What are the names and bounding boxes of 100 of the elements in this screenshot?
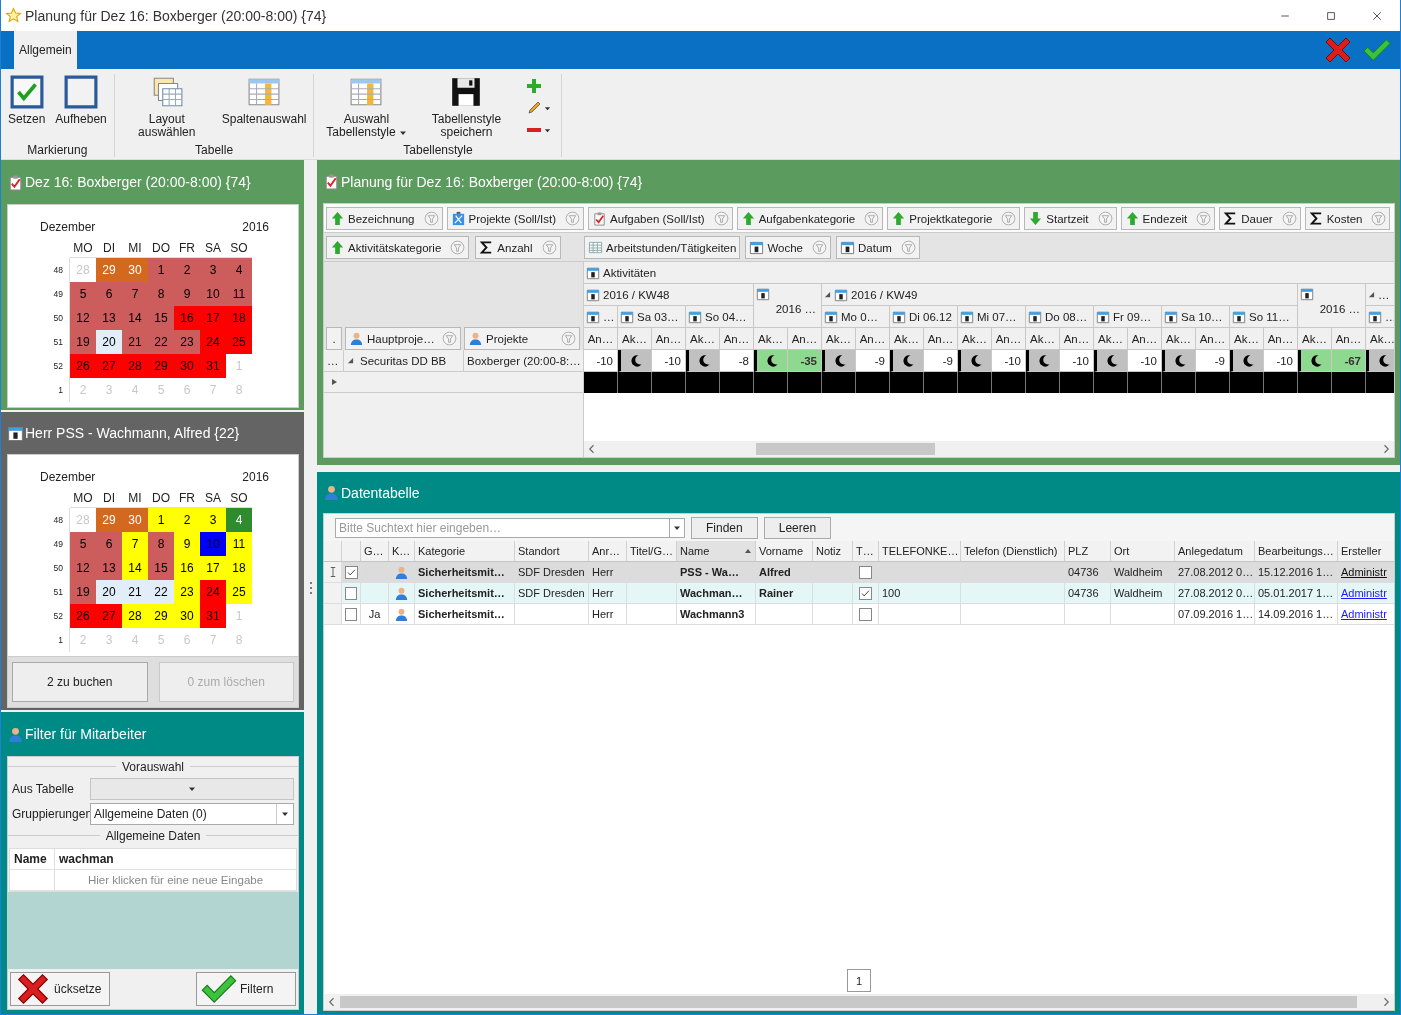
column-header[interactable]: Ak… xyxy=(1026,328,1060,350)
calendar-day[interactable]: 23 xyxy=(174,330,200,354)
filter-action-button[interactable]: Filtern xyxy=(196,972,296,1006)
column-header[interactable]: Ak… xyxy=(890,328,924,350)
field-button[interactable]: Datum xyxy=(836,236,920,259)
filter-icon[interactable] xyxy=(812,240,827,255)
calendar-day[interactable]: 17 xyxy=(200,556,226,580)
calendar-day[interactable]: 10 xyxy=(200,282,226,306)
checkbox[interactable] xyxy=(345,586,357,600)
column-header[interactable]: Ak… xyxy=(754,328,788,350)
ribbon-button[interactable]: Setzen xyxy=(4,74,50,127)
field-button[interactable]: Dauer xyxy=(1219,207,1301,230)
filter-icon[interactable] xyxy=(541,240,557,255)
calendar-day[interactable]: 20 xyxy=(96,330,122,354)
column-header[interactable]: An… xyxy=(1264,328,1298,350)
filter-icon[interactable] xyxy=(1371,211,1387,226)
ribbon-button[interactable]: Tabellenstyle speichern xyxy=(417,74,516,140)
column-header[interactable]: An… xyxy=(584,328,618,350)
field-button[interactable]: Projekte (Soll/Ist) xyxy=(446,207,585,230)
column-header[interactable]: Ak… xyxy=(686,328,720,350)
calendar-day[interactable]: 26 xyxy=(70,354,96,378)
column-header[interactable]: An… xyxy=(1196,328,1230,350)
page-button[interactable]: 1 xyxy=(847,969,871,992)
calendar-day[interactable]: 15 xyxy=(148,556,174,580)
column-header[interactable]: Ak… xyxy=(618,328,652,350)
filter-icon[interactable] xyxy=(423,211,439,226)
calendar-day[interactable]: 18 xyxy=(226,306,252,330)
column-header[interactable]: PLZ xyxy=(1065,541,1111,562)
calendar-day[interactable]: 2 xyxy=(174,258,200,282)
field-button[interactable]: Projekte xyxy=(464,327,580,350)
column-header[interactable]: … xyxy=(1366,284,1394,306)
filter-icon[interactable] xyxy=(442,331,457,346)
calendar-day[interactable]: 31 xyxy=(200,604,226,628)
search-button[interactable]: Leeren xyxy=(763,516,832,539)
horizontal-scrollbar[interactable] xyxy=(324,994,1394,1010)
ribbon-button[interactable]: Auswahl Tabellenstyle xyxy=(317,74,416,140)
filter-icon[interactable] xyxy=(713,211,729,226)
calendar-day[interactable]: 19 xyxy=(70,330,96,354)
link[interactable]: Administr xyxy=(1341,604,1387,624)
column-header[interactable]: Standort xyxy=(515,541,589,562)
ribbon-tab[interactable]: Allgemein xyxy=(14,31,77,69)
calendar-day[interactable]: 11 xyxy=(226,282,252,306)
horizontal-scrollbar[interactable] xyxy=(584,441,1394,457)
calendar-day[interactable]: 19 xyxy=(70,580,96,604)
calendar-day[interactable]: 27 xyxy=(96,354,122,378)
field-button[interactable]: Projektkategorie xyxy=(887,207,1021,230)
field-button[interactable]: Arbeitstunden/Tätigkeiten xyxy=(584,236,741,259)
calendar-day[interactable]: 28 xyxy=(122,604,148,628)
column-header[interactable]: Di 06.12 xyxy=(890,306,958,328)
calendar-day[interactable]: 1 xyxy=(148,508,174,532)
column-header[interactable]: An… xyxy=(1060,328,1094,350)
column-header[interactable]: Ak… xyxy=(958,328,992,350)
column-header[interactable]: Vorname xyxy=(756,541,813,562)
calendar-day[interactable]: 6 xyxy=(96,282,122,306)
column-header[interactable]: Ak… xyxy=(1094,328,1128,350)
calendar-day[interactable]: 21 xyxy=(122,330,148,354)
column-header[interactable]: Notiz xyxy=(813,541,853,562)
calendar-day[interactable]: 26 xyxy=(70,604,96,628)
ribbon-button[interactable]: Aufheben xyxy=(51,74,111,127)
calendar-day[interactable]: 4 xyxy=(226,508,252,532)
scroll-thumb[interactable] xyxy=(755,443,935,455)
filter-icon[interactable] xyxy=(450,240,466,255)
column-header[interactable]: An… xyxy=(924,328,958,350)
search-field[interactable]: Bitte Suchtext hier eingeben… xyxy=(335,517,669,538)
calendar-day[interactable]: 22 xyxy=(148,330,174,354)
field-button[interactable]: Hauptproje… xyxy=(345,327,461,350)
calendar-day[interactable]: 7 xyxy=(122,282,148,306)
calendar-day[interactable]: 29 xyxy=(96,508,122,532)
field-button[interactable]: Endezeit xyxy=(1120,207,1216,230)
table-row[interactable]: Ja Sicherheitsmit… Herr Wachmann3 07.09.2016 1… 14.09.2016 1… Administr xyxy=(324,604,1394,625)
calendar-day[interactable]: 21 xyxy=(122,580,148,604)
calendar-day[interactable]: 12 xyxy=(70,306,96,330)
column-header[interactable]: TELEFONKE… xyxy=(879,541,961,562)
column-header[interactable]: Kategorie xyxy=(415,541,515,562)
column-header[interactable]: Anlegedatum xyxy=(1175,541,1255,562)
column-header[interactable]: An… xyxy=(1332,328,1366,350)
calendar-day[interactable]: 20 xyxy=(96,580,122,604)
column-header[interactable]: An… xyxy=(652,328,686,350)
column-header[interactable]: Sa 03… xyxy=(618,306,686,328)
column-header[interactable]: Telefon (Dienstlich) xyxy=(961,541,1065,562)
filter-icon[interactable] xyxy=(565,211,581,226)
column-header[interactable]: Mo 0… xyxy=(822,306,890,328)
calendar-day[interactable]: 6 xyxy=(96,532,122,556)
field-button[interactable]: Startzeit xyxy=(1024,207,1117,230)
calendar-day[interactable]: 15 xyxy=(148,306,174,330)
filter-action-button[interactable]: ücksetze xyxy=(10,972,110,1006)
column-header[interactable]: So 11… xyxy=(1230,306,1298,328)
calendar-day[interactable]: 29 xyxy=(96,258,122,282)
calendar-day[interactable]: 25 xyxy=(226,580,252,604)
calendar-day[interactable]: 18 xyxy=(226,556,252,580)
filter-icon[interactable] xyxy=(1196,211,1212,226)
filter-icon[interactable] xyxy=(900,240,916,255)
calendar-day[interactable]: 13 xyxy=(96,306,122,330)
calendar-day[interactable]: 16 xyxy=(174,306,200,330)
calendar-day[interactable]: 28 xyxy=(122,354,148,378)
column-header[interactable]: Fr 09… xyxy=(1094,306,1162,328)
filter-icon[interactable] xyxy=(1097,211,1113,226)
checkbox[interactable] xyxy=(859,586,872,600)
field-button[interactable]: Aktivitätskategorie xyxy=(326,236,470,259)
column-header[interactable]: Do 08… xyxy=(1026,306,1094,328)
